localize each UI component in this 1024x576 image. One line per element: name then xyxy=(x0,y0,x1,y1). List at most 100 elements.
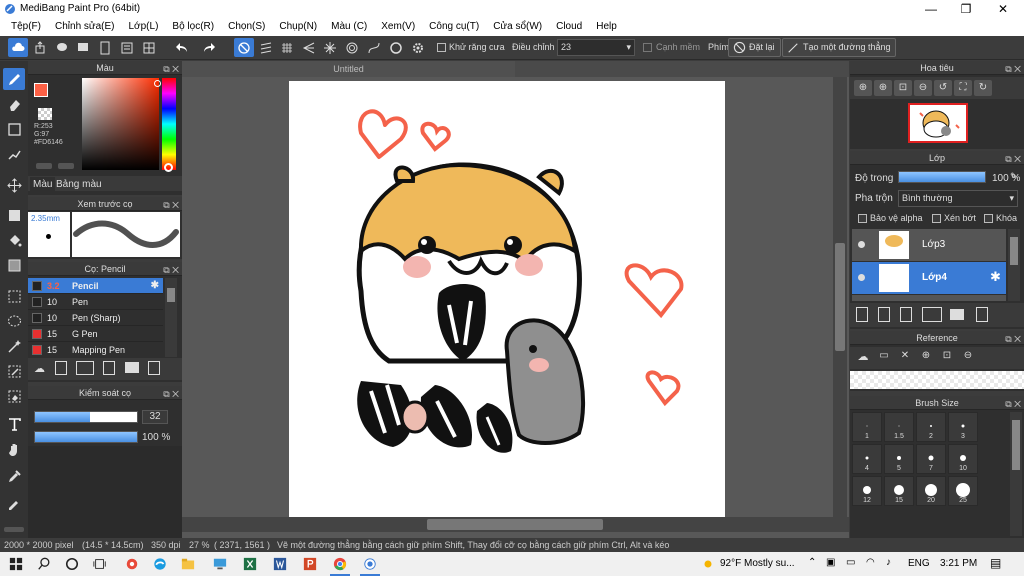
zoom-in-icon[interactable]: ⊕ xyxy=(917,350,935,366)
rotate-left-icon[interactable]: ↺ xyxy=(934,80,952,96)
clock[interactable]: 3:21 PM xyxy=(940,558,977,569)
layer-opacity-slider[interactable] xyxy=(898,171,986,183)
vanishing-point-snap-icon[interactable] xyxy=(299,38,319,57)
windows-start-icon[interactable] xyxy=(8,556,24,572)
menu-color[interactable]: Màu (C) xyxy=(324,18,374,36)
edge-browser-icon[interactable] xyxy=(152,556,168,572)
clipping-checkbox[interactable] xyxy=(932,214,941,223)
menu-layer[interactable]: Lớp(L) xyxy=(122,18,166,36)
scroll-thumb[interactable] xyxy=(1010,237,1018,265)
brush-item-pen[interactable]: 10 Pen xyxy=(28,294,163,310)
layer-row-4[interactable]: Lớp4 ✱ xyxy=(852,262,1006,294)
excel-icon[interactable] xyxy=(242,556,258,572)
add-layer-menu-icon[interactable] xyxy=(922,307,942,322)
file-explorer-icon[interactable] xyxy=(180,556,196,572)
soft-edge-checkbox[interactable] xyxy=(643,43,652,52)
visibility-eye-icon[interactable] xyxy=(858,241,865,248)
duplicate-brush-icon[interactable] xyxy=(148,361,160,375)
saturation-value-picker[interactable] xyxy=(82,78,159,170)
brush-size-cell[interactable]: 5 xyxy=(884,444,914,474)
cloud-download-icon[interactable]: ☁ xyxy=(854,350,872,366)
menu-capture[interactable]: Chụp(N) xyxy=(272,18,324,36)
folder-icon[interactable] xyxy=(950,309,964,320)
close-icon[interactable]: ✕ xyxy=(896,350,914,366)
lock-checkbox[interactable] xyxy=(984,214,993,223)
brush-size-cell[interactable]: 20 xyxy=(916,476,946,506)
canvas-horizontal-scrollbar[interactable] xyxy=(182,517,849,532)
fit-window-icon[interactable]: ⊡ xyxy=(894,80,912,96)
brush-size-cell[interactable]: 1 xyxy=(852,412,882,442)
rectangle-tool-icon[interactable] xyxy=(3,118,25,140)
brush-list-scrollbar[interactable] xyxy=(165,278,177,357)
navigator-thumbnail[interactable] xyxy=(908,103,968,143)
chrome-icon[interactable] xyxy=(332,556,348,572)
weather-sun-icon[interactable] xyxy=(700,556,716,572)
color-mini-button-2[interactable] xyxy=(58,163,74,169)
brush-opacity-slider[interactable] xyxy=(34,431,138,443)
hue-slider[interactable] xyxy=(162,78,176,170)
menu-help[interactable]: Help xyxy=(589,18,624,36)
search-icon[interactable] xyxy=(36,556,52,572)
layer-row-partial[interactable] xyxy=(852,295,1006,301)
parallel-snap-icon[interactable] xyxy=(256,38,276,57)
snap-settings-icon[interactable] xyxy=(408,38,428,57)
panel-controls-icon[interactable]: ⧉ ✕ xyxy=(163,198,179,212)
palette-scroll-handle[interactable] xyxy=(4,527,24,532)
pen-icon[interactable]: ✎ xyxy=(1010,171,1018,182)
gradient-tool-icon[interactable] xyxy=(3,254,25,276)
circle-snap-icon[interactable] xyxy=(342,38,362,57)
powerpoint-icon[interactable] xyxy=(302,556,318,572)
folder-icon[interactable] xyxy=(125,362,139,373)
protect-alpha-checkbox[interactable] xyxy=(858,214,867,223)
ellipse-snap-icon[interactable] xyxy=(386,38,406,57)
panel-controls-icon[interactable]: ⧉ ✕ xyxy=(1005,62,1021,76)
cross-snap-icon[interactable] xyxy=(277,38,297,57)
reference-image-area[interactable] xyxy=(850,371,1024,389)
text-tool-icon[interactable] xyxy=(3,413,25,435)
lasso-tool-icon[interactable] xyxy=(3,310,25,332)
brush-item-pen-sharp[interactable]: 10 Pen (Sharp) xyxy=(28,310,163,326)
zoom-in-icon[interactable]: ⊕ xyxy=(854,80,872,96)
brush-size-cell[interactable]: 12 xyxy=(852,476,882,506)
brush-size-cell[interactable]: 10 xyxy=(948,444,978,474)
duplicate-layer-icon[interactable] xyxy=(976,307,988,322)
hand-tool-icon[interactable] xyxy=(3,438,25,460)
weather-text[interactable]: 92°F Mostly su... xyxy=(720,558,795,569)
cloud-download-icon[interactable]: ☁ xyxy=(34,362,45,375)
new-layer-icon[interactable] xyxy=(856,307,868,322)
bucket-tool-icon[interactable] xyxy=(3,229,25,251)
panel-controls-icon[interactable]: ⧉ ✕ xyxy=(1005,397,1021,411)
task-view-icon[interactable] xyxy=(92,556,108,572)
menu-select[interactable]: Chọn(S) xyxy=(221,18,272,36)
message-icon[interactable] xyxy=(73,38,93,57)
no-snap-icon[interactable] xyxy=(234,38,254,57)
notification-icon[interactable]: ▤ xyxy=(990,556,1001,570)
tab-untitled[interactable]: Untitled xyxy=(182,61,515,77)
cloud-icon[interactable] xyxy=(8,38,28,57)
redo-icon[interactable] xyxy=(199,38,219,57)
magic-wand-tool-icon[interactable] xyxy=(3,335,25,357)
app-icon-red[interactable] xyxy=(124,556,140,572)
gear-icon[interactable]: ✱ xyxy=(990,269,1001,285)
move-tool-icon[interactable] xyxy=(3,174,25,196)
tray-app-icon[interactable]: ▣ xyxy=(826,557,835,568)
brush-size-value-box[interactable]: 32 xyxy=(142,410,168,424)
drawing-canvas[interactable] xyxy=(289,81,725,517)
foreground-color-swatch[interactable] xyxy=(34,83,48,97)
brush-size-cell[interactable]: 7 xyxy=(916,444,946,474)
new-brush-icon[interactable] xyxy=(55,361,67,375)
menu-view[interactable]: Xem(V) xyxy=(374,18,422,36)
fit-window-icon[interactable]: ⊡ xyxy=(938,350,956,366)
menu-filter[interactable]: Bộ lọc(R) xyxy=(165,18,221,36)
eyedropper-tool-icon[interactable] xyxy=(3,465,25,487)
curve-snap-icon[interactable] xyxy=(364,38,384,57)
eraser-tool-icon[interactable] xyxy=(3,93,25,115)
computer-icon[interactable] xyxy=(212,556,228,572)
new-halftone-layer-icon[interactable] xyxy=(878,307,890,322)
chevron-up-icon[interactable]: ⌃ xyxy=(808,557,816,568)
zoom-out-icon[interactable]: ⊖ xyxy=(959,350,977,366)
layers-scrollbar[interactable] xyxy=(1008,229,1020,301)
straight-line-button[interactable]: Tạo một đường thẳng xyxy=(782,38,897,57)
vscroll-thumb[interactable] xyxy=(835,243,845,351)
fullscreen-icon[interactable]: ⛶ xyxy=(954,80,972,96)
